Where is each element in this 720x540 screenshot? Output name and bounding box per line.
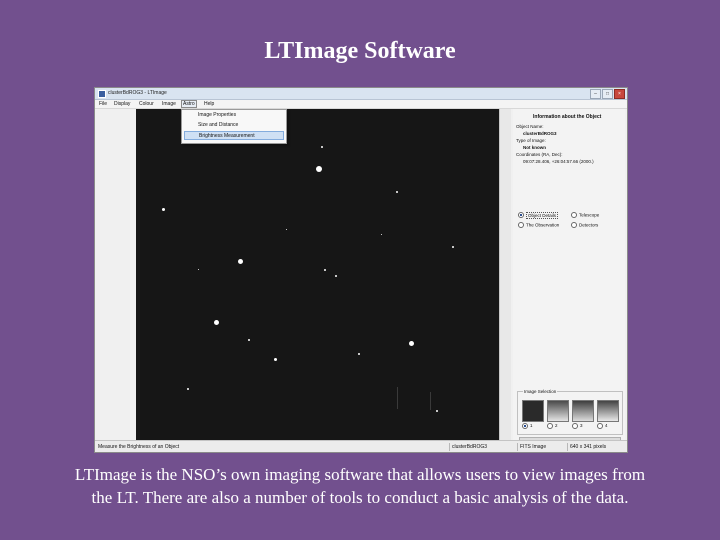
status-format: FITS Image (517, 443, 567, 451)
star (286, 229, 287, 230)
object-info-panel: Information about the Object Object Name… (513, 109, 625, 443)
status-size: 640 x 341 pixels (567, 443, 626, 451)
info-title: Information about the Object (533, 114, 602, 120)
image-selection-legend: Image Selection (523, 389, 558, 394)
star (335, 275, 337, 277)
radio-icon (597, 423, 603, 429)
option-telescope[interactable]: Telescope (571, 212, 599, 218)
image-vertical-scrollbar[interactable] (499, 109, 511, 440)
slide-caption: LTImage is the NSO’s own imaging softwar… (40, 463, 680, 509)
close-button[interactable]: × (614, 89, 625, 99)
menu-astro[interactable]: Astro (181, 100, 197, 108)
star (214, 320, 219, 325)
window-titlebar[interactable]: clusterBdROG3 - LTImage – □ × (95, 88, 627, 100)
window-controls: – □ × (589, 89, 625, 99)
ltimage-window: clusterBdROG3 - LTImage – □ × File Display… (94, 87, 628, 453)
statusbar: Measure the Brightness of an Object clus… (95, 440, 627, 452)
object-name-value: clusterBdROG3 (523, 131, 557, 136)
window-title: clusterBdROG3 - LTImage (108, 90, 167, 96)
maximize-button[interactable]: □ (602, 89, 613, 99)
image-thumbnail-3[interactable] (572, 400, 594, 422)
astro-dropdown-menu: Image Properties Size and Distance Brigh… (181, 109, 287, 144)
radio-selected-icon (522, 423, 528, 429)
star (396, 191, 398, 193)
thumbnail-radio-2[interactable]: 2 (547, 423, 558, 429)
radio-icon (572, 423, 578, 429)
star (452, 246, 454, 248)
option-object-details[interactable]: Object Details (518, 211, 559, 219)
star (187, 388, 189, 390)
star (436, 410, 438, 412)
star (381, 234, 382, 235)
radio-icon (547, 423, 553, 429)
star (316, 166, 322, 172)
menu-item-image-properties[interactable]: Image Properties (184, 111, 284, 120)
minimize-button[interactable]: – (590, 89, 601, 99)
star (358, 353, 360, 355)
star (248, 339, 250, 341)
menu-image[interactable]: Image (161, 101, 177, 107)
image-type-label: Type of Image: (516, 138, 546, 143)
coordinates-value: 09:07:28.406, +26:04:57.66 (2000.) (523, 159, 594, 164)
status-message: Measure the Brightness of an Object (98, 444, 180, 450)
star (198, 269, 199, 270)
thumbnail-radio-3[interactable]: 3 (572, 423, 583, 429)
object-name-label: Object Name: (516, 124, 544, 129)
radio-selected-icon (518, 212, 524, 218)
star (238, 259, 243, 264)
thumbnail-radio-4[interactable]: 4 (597, 423, 608, 429)
coordinates-label: Coordinates (RA, Dec): (516, 152, 563, 157)
menu-display[interactable]: Display (113, 101, 131, 107)
star (321, 146, 323, 148)
star (162, 208, 165, 211)
image-type-value: Not known (523, 145, 546, 150)
star (324, 269, 326, 271)
radio-icon (518, 222, 524, 228)
menubar: File Display Colour Image Astro Help (95, 100, 627, 109)
menu-help[interactable]: Help (203, 101, 215, 107)
sensor-streak (430, 392, 431, 410)
thumbnail-radio-1[interactable]: 1 (522, 423, 533, 429)
astronomical-image[interactable] (136, 109, 510, 440)
star (409, 341, 414, 346)
caption-line-1: LTImage is the NSO’s own imaging softwar… (74, 465, 646, 484)
image-thumbnail-1[interactable] (522, 400, 544, 422)
menu-colour[interactable]: Colour (138, 101, 155, 107)
radio-icon (571, 212, 577, 218)
caption-line-2: the LT. There are also a number of tools… (91, 488, 629, 507)
slide-title: LTImage Software (264, 38, 456, 64)
sensor-streak (397, 387, 398, 409)
image-thumbnail-4[interactable] (597, 400, 619, 422)
app-icon (98, 90, 106, 98)
status-object: clusterBdROG3 (449, 443, 517, 451)
radio-icon (571, 222, 577, 228)
option-the-observation[interactable]: The Observation (518, 222, 559, 228)
image-thumbnail-2[interactable] (547, 400, 569, 422)
menu-item-brightness-measurement[interactable]: Brightness Measurement (184, 131, 284, 140)
option-detectors[interactable]: Detectors (571, 222, 598, 228)
star (274, 358, 277, 361)
menu-file[interactable]: File (98, 101, 108, 107)
menu-item-size-and-distance[interactable]: Size and Distance (184, 121, 284, 130)
image-selection-group: Image Selection 1 2 3 4 (517, 389, 623, 435)
